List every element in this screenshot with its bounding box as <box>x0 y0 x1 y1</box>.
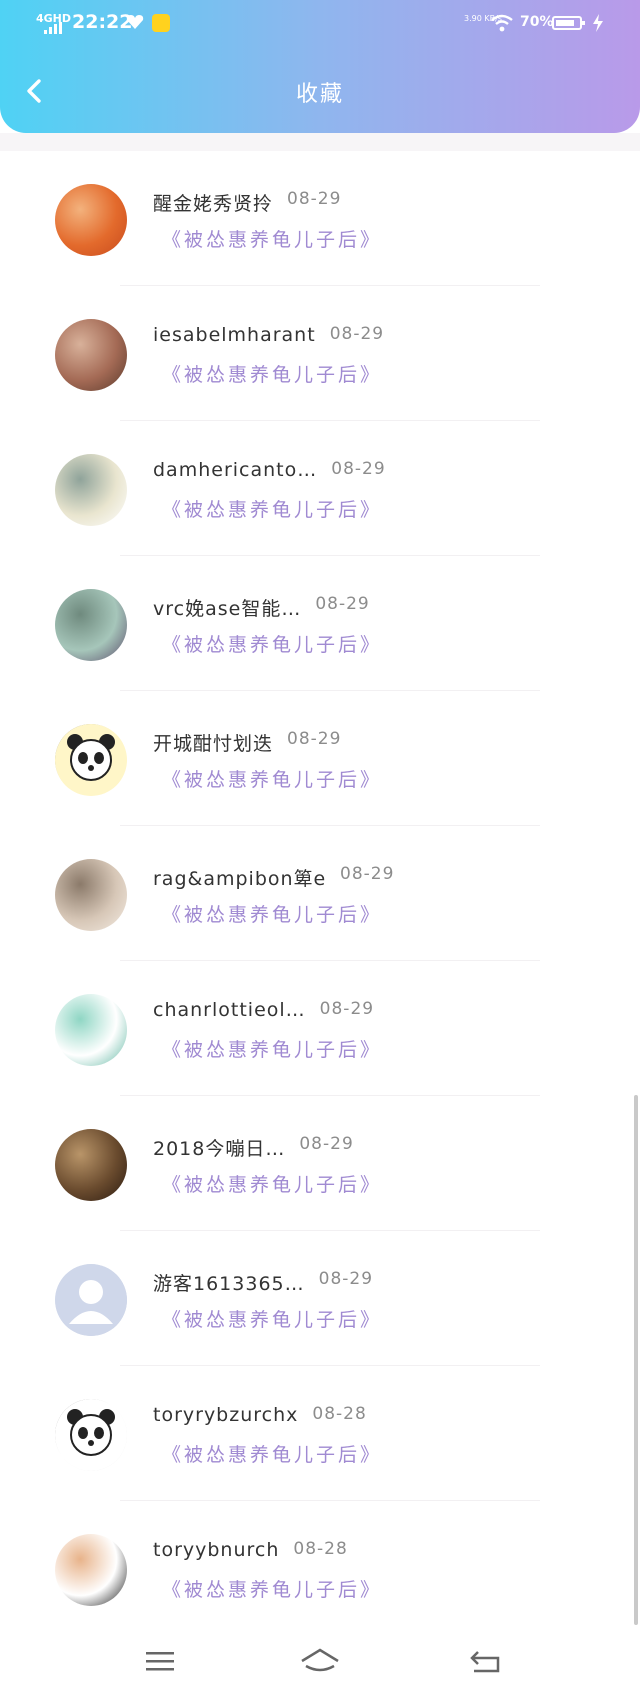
charging-icon <box>593 14 603 32</box>
work-title-link[interactable]: 《被怂惠养龟儿子后》 <box>162 1305 382 1332</box>
favorite-item[interactable]: damhericanto… 08-29 《被怂惠养龟儿子后》 <box>0 421 640 556</box>
car-avatar[interactable] <box>55 454 127 526</box>
page-title: 收藏 <box>295 82 344 107</box>
date-label: 08-29 <box>315 594 370 614</box>
date-label: 08-29 <box>299 1134 354 1154</box>
user-name: 醒金姥秀贤拎 <box>153 193 274 215</box>
section-gap <box>0 133 640 151</box>
work-title-link[interactable]: 《被怂惠养龟儿子后》 <box>162 495 382 522</box>
panda-avatar[interactable] <box>55 724 127 796</box>
default-user-avatar[interactable] <box>55 1264 127 1336</box>
app-notification-icon <box>152 14 170 32</box>
user-name: chanrlottieol… <box>153 999 306 1021</box>
favorite-item[interactable]: iesabelmharant 08-29 《被怂惠养龟儿子后》 <box>0 286 640 421</box>
date-label: 08-29 <box>287 729 342 749</box>
face-avatar[interactable] <box>55 1129 127 1201</box>
flower-avatar[interactable] <box>55 184 127 256</box>
user-name: toryybnurch <box>153 1539 280 1561</box>
user-name: iesabelmharant <box>153 324 316 346</box>
user-name: 开城酣忖划迭 <box>153 733 274 755</box>
back-icon[interactable] <box>468 1646 504 1676</box>
work-title-link[interactable]: 《被怂惠养龟儿子后》 <box>162 1575 382 1602</box>
work-title-link[interactable]: 《被怂惠养龟儿子后》 <box>162 360 382 387</box>
battery-icon <box>552 16 585 30</box>
wifi-icon <box>491 14 513 32</box>
user-name: damhericanto… <box>153 459 318 481</box>
user-name: vrc娩ase智能… <box>153 598 302 620</box>
signal-icon <box>44 22 62 34</box>
user-name: 2018今嘣日… <box>153 1138 286 1160</box>
favorite-item[interactable]: vrc娩ase智能… 08-29 《被怂惠养龟儿子后》 <box>0 556 640 691</box>
system-nav-bar <box>0 1628 640 1700</box>
favorite-item[interactable]: 醒金姥秀贤拎 08-29 《被怂惠养龟儿子后》 <box>0 151 640 286</box>
clock: 22:22 <box>72 11 133 33</box>
work-title-link[interactable]: 《被怂惠养龟儿子后》 <box>162 1170 382 1197</box>
date-label: 08-29 <box>319 999 375 1019</box>
date-label: 08-28 <box>293 1539 348 1559</box>
portrait-avatar[interactable] <box>55 319 127 391</box>
work-title-link[interactable]: 《被怂惠养龟儿子后》 <box>162 1035 382 1062</box>
favorite-item[interactable]: chanrlottieol… 08-29 《被怂惠养龟儿子后》 <box>0 961 640 1096</box>
date-label: 08-29 <box>329 324 385 344</box>
work-title-link[interactable]: 《被怂惠养龟儿子后》 <box>162 765 382 792</box>
work-title-link[interactable]: 《被怂惠养龟儿子后》 <box>162 900 382 927</box>
products-avatar[interactable] <box>55 589 127 661</box>
meme-avatar[interactable] <box>55 1534 127 1606</box>
date-label: 08-29 <box>287 189 342 209</box>
user-name: 游客1613365… <box>153 1273 305 1295</box>
battery-percent: 70% <box>520 14 554 30</box>
favorite-item[interactable]: toryrybzurchx 08-28 《被怂惠养龟儿子后》 <box>0 1366 640 1501</box>
work-title-link[interactable]: 《被怂惠养龟儿子后》 <box>162 630 382 657</box>
menu-icon[interactable] <box>142 1646 178 1676</box>
favorites-list: 醒金姥秀贤拎 08-29 《被怂惠养龟儿子后》 iesabelmharant 08-29… <box>0 151 640 1636</box>
date-label: 08-28 <box>312 1404 367 1424</box>
favorite-item[interactable]: rag&ampibon箄e 08-29 《被怂惠养龟儿子后》 <box>0 826 640 961</box>
work-title-link[interactable]: 《被怂惠养龟儿子后》 <box>162 1440 382 1467</box>
status-bar: 4GHD 22:22 3.90 KB/s 70% <box>0 0 640 48</box>
scrollbar[interactable] <box>634 1095 638 1625</box>
favorite-item[interactable]: 游客1613365… 08-29 《被怂惠养龟儿子后》 <box>0 1231 640 1366</box>
home-icon[interactable] <box>298 1646 342 1676</box>
date-label: 08-29 <box>340 864 395 884</box>
user-name: rag&ampibon箄e <box>153 868 327 890</box>
favorite-item[interactable]: 2018今嘣日… 08-29 《被怂惠养龟儿子后》 <box>0 1096 640 1231</box>
date-label: 08-29 <box>331 459 386 479</box>
panda-meme-avatar[interactable] <box>55 1399 127 1471</box>
date-label: 08-29 <box>318 1269 374 1289</box>
app-header: 4GHD 22:22 3.90 KB/s 70% 收藏 <box>0 0 640 133</box>
bag-avatar[interactable] <box>55 994 127 1066</box>
anime-avatar[interactable] <box>55 859 127 931</box>
shield-heart-icon <box>126 15 144 29</box>
favorite-item[interactable]: toryybnurch 08-28 《被怂惠养龟儿子后》 <box>0 1501 640 1636</box>
work-title-link[interactable]: 《被怂惠养龟儿子后》 <box>162 225 382 252</box>
favorite-item[interactable]: 开城酣忖划迭 08-29 《被怂惠养龟儿子后》 <box>0 691 640 826</box>
user-name: toryrybzurchx <box>153 1404 299 1426</box>
